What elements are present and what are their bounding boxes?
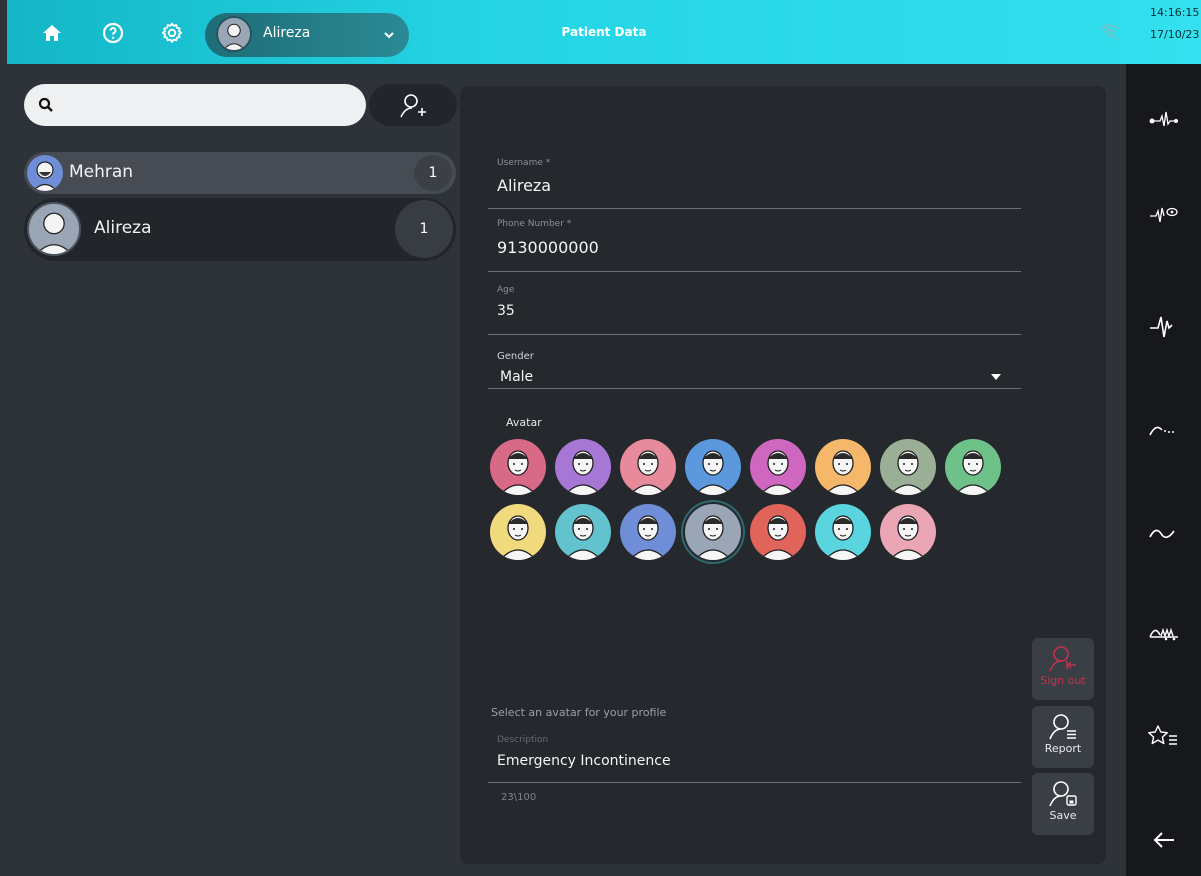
top-bar: Alireza Patient Data 14:16:15 17/10/23 [7, 0, 1201, 64]
avatar-option[interactable] [750, 504, 806, 560]
patient-form-panel: Username * Alireza Phone Number * 913000… [460, 86, 1106, 864]
patient-count-badge: 1 [414, 155, 452, 191]
username-field[interactable]: Username * Alireza [488, 152, 1021, 209]
phone-label: Phone Number * [497, 219, 572, 229]
description-field[interactable]: Description Emergency Incontinence [488, 729, 1021, 783]
avatar-option[interactable] [815, 504, 871, 560]
age-field[interactable]: Age 35 [488, 281, 1021, 335]
avatar-grid [490, 439, 1020, 569]
signal-eye-icon[interactable] [1126, 195, 1201, 235]
avatar-option[interactable] [880, 504, 936, 560]
wifi-off-icon [1100, 23, 1120, 41]
clock: 14:16:15 17/10/23 [1150, 5, 1199, 42]
tool-rail [1126, 64, 1201, 876]
age-label: Age [497, 285, 515, 295]
description-value: Emergency Incontinence [497, 753, 671, 769]
age-value: 35 [497, 303, 515, 319]
report-icon [1049, 714, 1076, 740]
patient-name: Mehran [69, 162, 134, 182]
save-button[interactable]: Save [1032, 773, 1094, 835]
dropdown-arrow-icon [991, 374, 1001, 380]
avatar-label: Avatar [506, 416, 542, 429]
patient-item-alireza[interactable]: Alireza 1 [24, 198, 456, 261]
heartbeat-icon[interactable] [1126, 307, 1201, 347]
patient-name: Alireza [94, 218, 152, 238]
patient-item-mehran[interactable]: Mehran 1 [24, 152, 456, 194]
avatar [27, 155, 63, 191]
save-icon [1049, 781, 1077, 807]
sign-out-label: Sign out [1040, 674, 1086, 687]
search-icon [38, 97, 53, 112]
time: 14:16:15 [1150, 6, 1200, 19]
avatar-hint: Select an avatar for your profile [491, 706, 667, 719]
search-bar [24, 84, 366, 126]
gender-value: Male [500, 369, 534, 385]
patient-list: Mehran 1 Alireza 1 [24, 152, 456, 261]
phone-value: 9130000000 [497, 238, 599, 257]
date: 17/10/23 [1150, 28, 1200, 41]
save-label: Save [1049, 809, 1077, 822]
avatar-row [490, 439, 1020, 504]
phone-field[interactable]: Phone Number * 9130000000 [488, 214, 1021, 272]
avatar-option[interactable] [555, 439, 611, 495]
back-arrow-icon[interactable] [1126, 820, 1201, 860]
add-user-icon [400, 94, 426, 118]
gender-select[interactable]: Gender Male [488, 349, 1021, 389]
avatar-option[interactable] [945, 439, 1001, 495]
avatar-option[interactable] [620, 439, 676, 495]
avatar-option[interactable] [750, 439, 806, 495]
avatar-option[interactable] [620, 504, 676, 560]
report-label: Report [1044, 742, 1082, 755]
report-button[interactable]: Report [1032, 706, 1094, 768]
favorites-list-icon[interactable] [1126, 716, 1201, 756]
multi-wave-tool-icon[interactable] [1126, 612, 1201, 652]
avatar-row [490, 504, 1020, 569]
avatar-option[interactable] [490, 504, 546, 560]
avatar [27, 202, 81, 256]
username-label: Username * [497, 158, 551, 168]
signal-tool-1-icon[interactable] [1126, 100, 1201, 140]
page-title: Patient Data [561, 25, 647, 39]
avatar-option[interactable] [685, 504, 741, 560]
description-label: Description [497, 735, 549, 745]
add-user-button[interactable] [369, 84, 457, 126]
avatar-option[interactable] [490, 439, 546, 495]
wave-tool-icon[interactable] [1126, 512, 1201, 552]
description-counter: 23\100 [501, 792, 537, 803]
avatar-option[interactable] [555, 504, 611, 560]
patient-count-badge: 1 [395, 200, 453, 258]
search-input[interactable] [64, 92, 354, 118]
curve-tool-icon[interactable] [1126, 408, 1201, 448]
avatar-option[interactable] [815, 439, 871, 495]
avatar-option[interactable] [685, 439, 741, 495]
gender-label: Gender [497, 351, 534, 362]
username-value: Alireza [497, 176, 552, 195]
sign-out-icon [1049, 646, 1076, 672]
avatar-option[interactable] [880, 439, 936, 495]
sign-out-button[interactable]: Sign out [1032, 638, 1094, 700]
